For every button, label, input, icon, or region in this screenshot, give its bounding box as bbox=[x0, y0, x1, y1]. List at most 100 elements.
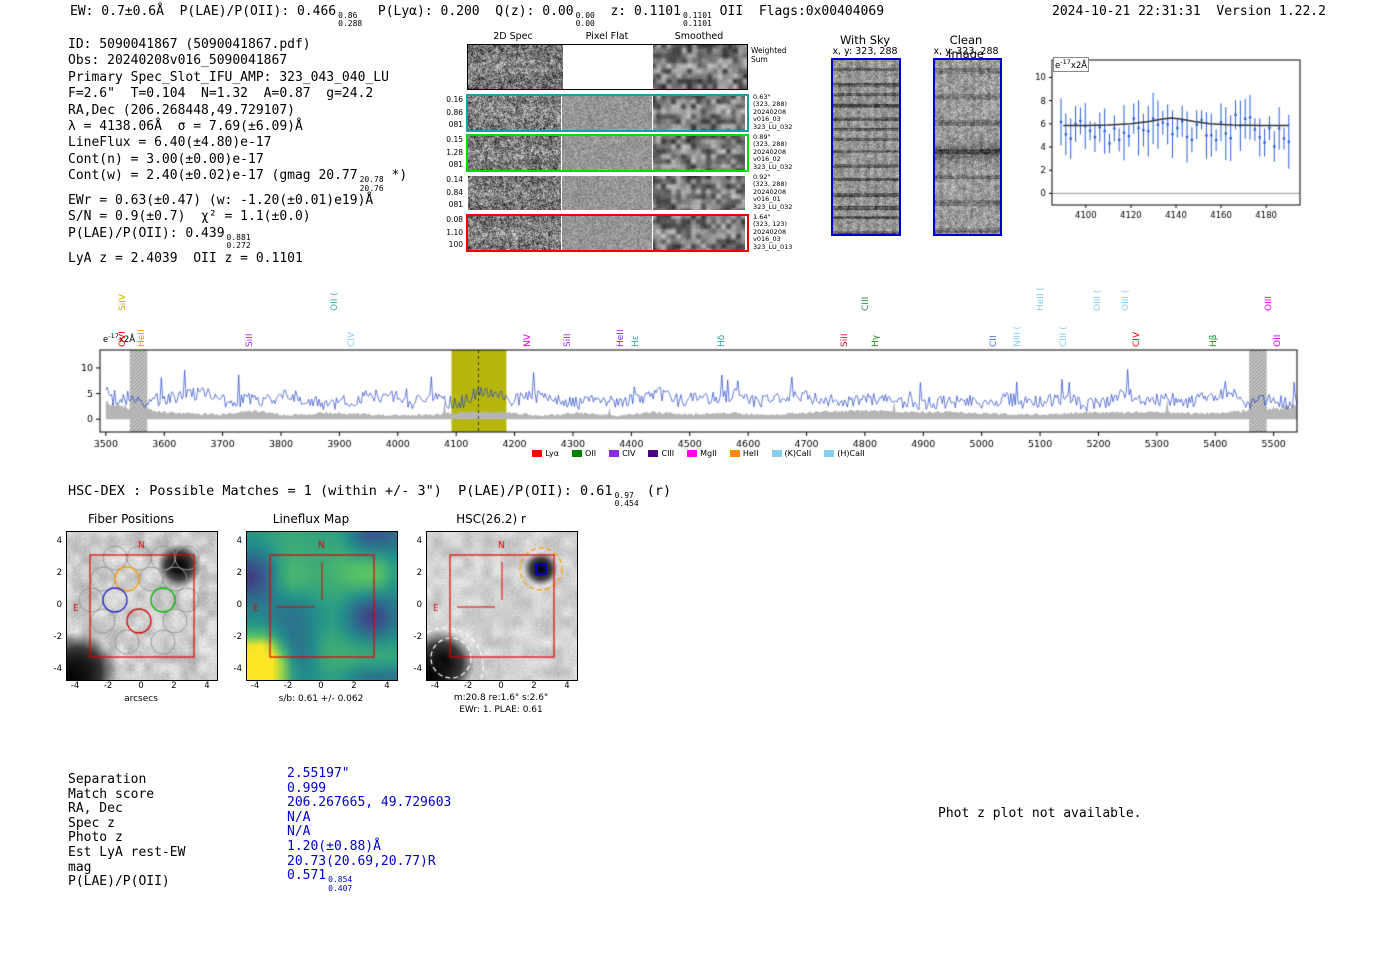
emission-line-label: SiII bbox=[563, 333, 574, 347]
x-tick: -4 bbox=[430, 681, 440, 691]
y-tick: 2 bbox=[56, 568, 62, 578]
legend-swatch bbox=[687, 450, 698, 457]
lineflux-map-title: Lineflux Map bbox=[272, 512, 350, 526]
hsc-caption-morphology: m:20.8 re:1.6" s:2.6" bbox=[453, 693, 549, 703]
emission-line-label: Hδ bbox=[716, 334, 727, 347]
clean-coords: x, y: 323, 288 bbox=[933, 46, 999, 57]
legend-item: MgII bbox=[687, 449, 717, 458]
y-tick: -4 bbox=[233, 664, 242, 674]
info-sn-chi2: S/N = 0.9(±0.7) χ² = 1.1(±0.0) bbox=[68, 209, 311, 225]
legend-item: Lyα bbox=[532, 449, 559, 458]
x-tick: -2 bbox=[103, 681, 113, 691]
y-tick: 2 bbox=[236, 568, 242, 578]
spec2d-row-annotations: 0.63" (323, 288) 20240208 v016_03 323_LU_032 bbox=[753, 93, 793, 131]
x-tick: -4 bbox=[250, 681, 260, 691]
match-row-value: 2.55197" bbox=[287, 766, 350, 781]
weighted-sum-label: Weighted Sum bbox=[751, 46, 787, 64]
spec2d-smooth-image bbox=[653, 216, 745, 250]
info-obs: Obs: 20240208v016_5090041867 bbox=[68, 53, 288, 69]
spec2d-flat-image bbox=[562, 96, 652, 130]
legend-swatch bbox=[532, 450, 543, 457]
match-row-label: Match score bbox=[68, 786, 155, 802]
match-row-value: 206.267665, 49.729603 bbox=[287, 795, 452, 811]
hsc-cutout-title: HSC(26.2) r bbox=[456, 512, 526, 526]
ew-value: EW: 0.7±0.6Å bbox=[70, 4, 164, 19]
info-seeing: F=2.6" T=0.104 N=1.32 A=0.87 g=24.2 bbox=[68, 86, 374, 102]
spec2d-row-left-labels: 0.16 0.86 081 bbox=[446, 95, 463, 130]
emission-line-label: HeII bbox=[615, 329, 626, 347]
x-tick: 2 bbox=[171, 681, 177, 691]
match-table: Separation 2.55197" Match score 0.999 RA, De… bbox=[68, 766, 668, 896]
spec2d-row-strip bbox=[466, 134, 749, 172]
spec2d-row-annotations: 0.89" (323, 288) 20240208 v016_02 323_LU_032 bbox=[753, 133, 793, 171]
z-range: 0.1101 0.1101 bbox=[682, 11, 712, 29]
y-tick: 4 bbox=[56, 536, 62, 546]
emission-line-label: Hβ bbox=[1208, 334, 1219, 347]
elixer-report-page: { "meta": { "timestamp": "2024-10-21 22:… bbox=[0, 0, 1400, 953]
emission-line-label: SiII bbox=[840, 333, 851, 347]
legend-item: OII bbox=[572, 449, 596, 458]
withsky-image bbox=[831, 58, 901, 236]
fiber-positions-panel: Fiber Positions arcsecs 4 2 0 -2 -4 -4 -2 0 2 4 bbox=[36, 512, 226, 722]
line-zoom-plot bbox=[1010, 50, 1310, 222]
emission-line-label: OII bbox=[1272, 334, 1283, 347]
spec2d-row-left-labels: 0.14 0.84 081 bbox=[446, 175, 463, 210]
emission-line-label: CIV bbox=[1132, 331, 1143, 347]
lineflux-map-image bbox=[246, 531, 398, 681]
hsc-cutout-panel: HSC(26.2) r m:20.8 re:1.6" s:2.6" EWr: 1… bbox=[396, 512, 586, 722]
spec2d-row-left-labels: 0.15 1.28 081 bbox=[446, 135, 463, 170]
spec2d-header-smoothed: Smoothed bbox=[674, 31, 724, 42]
spec2d-row-strip bbox=[466, 174, 749, 212]
match-row-label: Photo z bbox=[68, 830, 123, 846]
withsky-coords: x, y: 323, 288 bbox=[832, 46, 898, 57]
fiber-positions-image bbox=[66, 531, 218, 681]
plae-poii-value: P(LAE)/P(OII): 0.466 bbox=[179, 4, 337, 19]
emission-line-label: CIII bbox=[860, 296, 871, 311]
emission-line-label: CIV bbox=[347, 331, 358, 347]
z-type: OII bbox=[719, 4, 744, 19]
lineflux-caption: s/b: 0.61 +/- 0.062 bbox=[278, 694, 364, 704]
spec2d-row-annotations: 0.92" (323, 288) 20240208 v016_01 323_LU_032 bbox=[753, 173, 793, 211]
legend-item: HeII bbox=[729, 449, 759, 458]
y-tick: 4 bbox=[416, 536, 422, 546]
emission-line-label: Hγ bbox=[871, 334, 882, 347]
emission-line-label: HeII bbox=[136, 329, 147, 347]
match-row-label: Spec z bbox=[68, 815, 115, 831]
photz-note: Phot z plot not available. bbox=[938, 806, 1142, 821]
spec2d-row: 0.16 0.86 081 0.63" (323, 288) 20240208 v016_0… bbox=[441, 93, 841, 132]
emission-line-label: NIII ( bbox=[1012, 325, 1023, 347]
spec2d-row-strip bbox=[466, 214, 749, 252]
plya-value: P(Lyα): 0.200 bbox=[377, 4, 480, 19]
spec2d-row: 0.14 0.84 081 0.92" (323, 288) 20240208 v016_0… bbox=[441, 173, 841, 212]
info-radec: RA,Dec (206.268448,49.729107) bbox=[68, 102, 295, 118]
x-tick: 0 bbox=[318, 681, 324, 691]
x-tick: -4 bbox=[70, 681, 80, 691]
clean-image bbox=[933, 58, 1002, 236]
x-tick: -2 bbox=[283, 681, 293, 691]
spec2d-flat-image bbox=[562, 216, 652, 250]
spec2d-flat-image bbox=[562, 136, 652, 170]
spec2d-spec-image bbox=[468, 136, 561, 170]
emission-line-label: SiIV bbox=[117, 293, 128, 311]
emission-line-label: HeII ( bbox=[1036, 287, 1047, 311]
hsc-dex-header: HSC-DEX : Possible Matches = 1 (within +… bbox=[68, 483, 672, 509]
spec2d-row: 0.08 1.10 100 1.64" (323, 123) 20240208 v016_0… bbox=[441, 213, 841, 252]
match-row-value: 0.571 0.854 0.407 bbox=[287, 868, 353, 893]
match-row-value: 1.20(±0.88)Å bbox=[287, 839, 381, 854]
legend-swatch bbox=[729, 450, 740, 457]
gmag-range: 20.78 20.76 bbox=[359, 175, 384, 193]
spec2d-header-pixelflat: Pixel Flat bbox=[585, 31, 629, 42]
match-row-label: Est LyA rest-EW bbox=[68, 845, 186, 860]
legend-swatch bbox=[572, 450, 583, 457]
info-plae-poii: P(LAE)/P(OII): 0.439 0.881 0.272 bbox=[68, 225, 251, 251]
fiber-positions-title: Fiber Positions bbox=[87, 512, 175, 526]
match-row-value: 0.999 bbox=[287, 780, 327, 796]
x-tick: 4 bbox=[204, 681, 210, 691]
legend-swatch bbox=[648, 450, 659, 457]
legend-swatch bbox=[771, 450, 782, 457]
match-row-value: N/A bbox=[287, 809, 311, 825]
emission-line-label: OIII ( bbox=[1092, 289, 1103, 311]
x-tick: 4 bbox=[384, 681, 390, 691]
lineflux-map-panel: Lineflux Map s/b: 0.61 +/- 0.062 4 2 0 -2 -4… bbox=[216, 512, 406, 722]
qz-value: Q(z): 0.00 bbox=[495, 4, 574, 19]
